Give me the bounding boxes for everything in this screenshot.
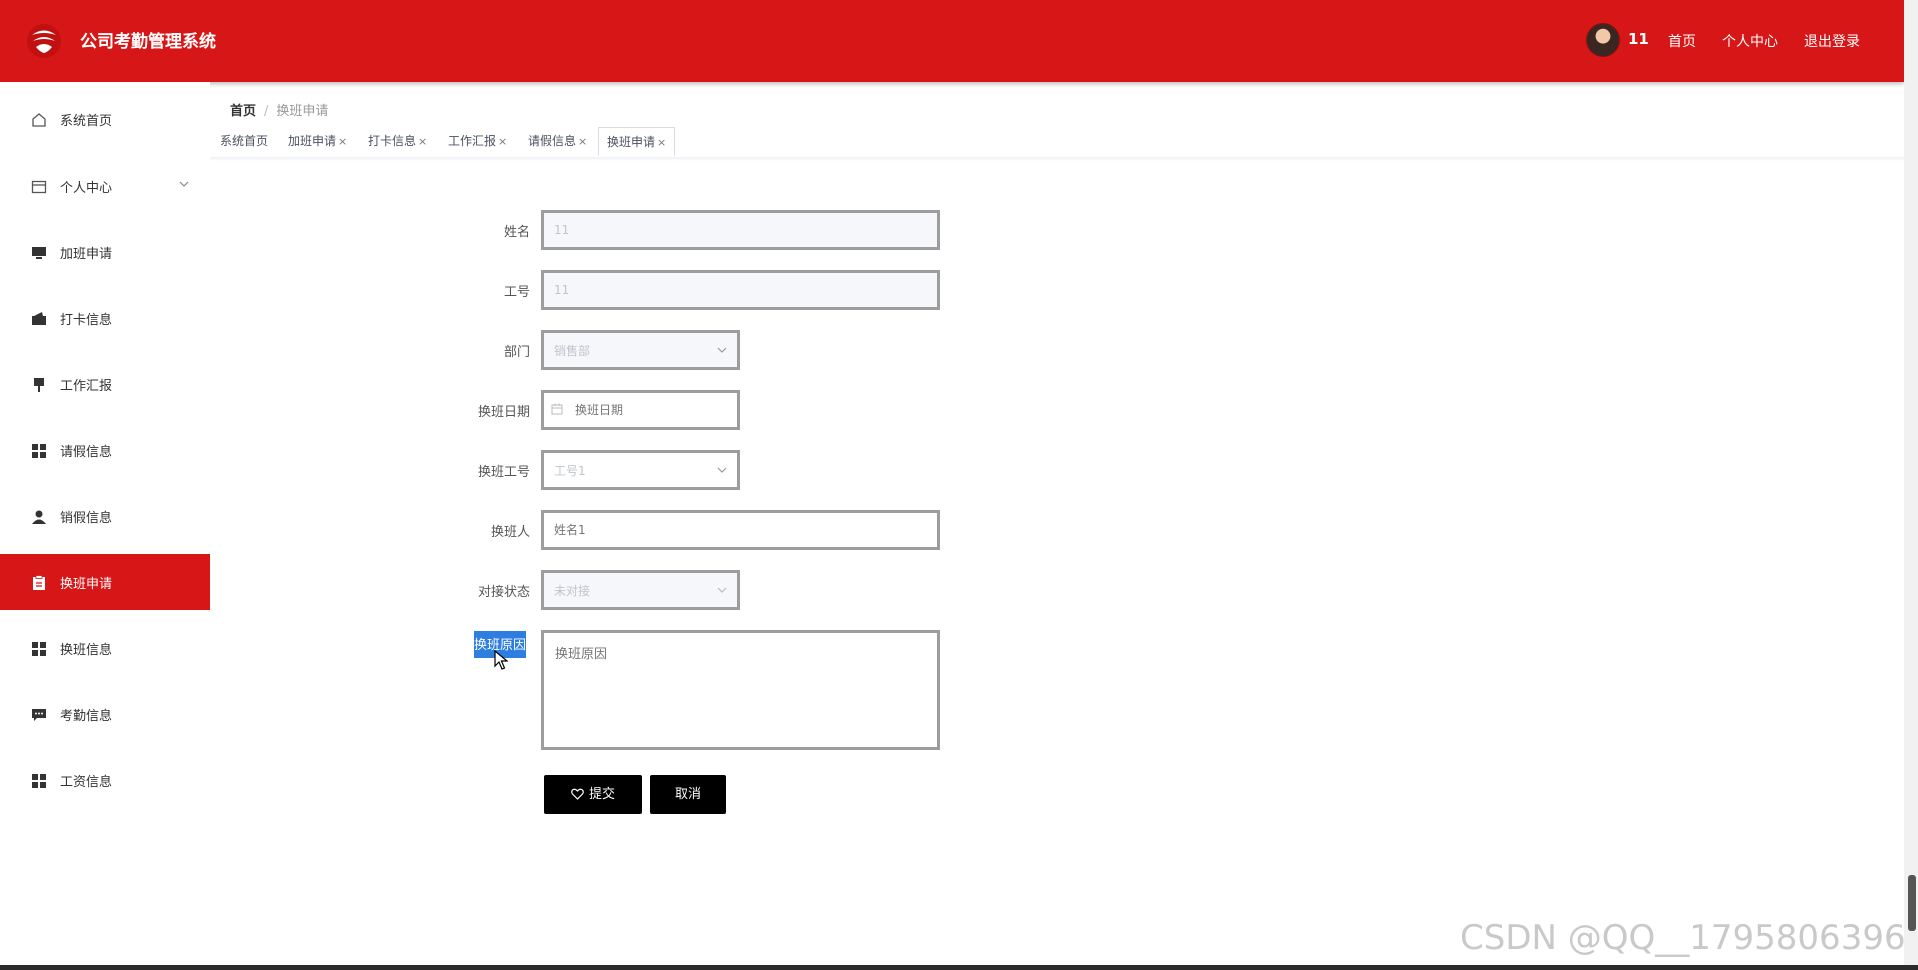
sidebar-item-label: 换班信息 [60,643,113,658]
breadcrumb-current: 换班申请 [276,104,329,119]
sidebar-item-shift-info[interactable]: 换班信息 [0,620,210,676]
cancel-button[interactable]: 取消 [650,775,726,814]
reason-textarea[interactable] [541,630,940,750]
sidebar-item-leave-cancel[interactable]: 销假信息 [0,488,210,544]
sidebar-item-label: 打卡信息 [60,313,113,328]
user-icon [32,510,46,524]
tab-leave[interactable]: 请假信息 × [520,127,595,156]
department-label: 部门 [503,345,530,360]
chevron-down-icon [717,467,727,473]
tab-bar: 系统首页 加班申请 × 打卡信息 × 工作汇报 × 请假信息 × 换班申请 × [210,125,1904,158]
scrollbar[interactable] [1904,0,1918,970]
card-icon [31,180,47,194]
sidebar-item-label: 工资信息 [60,775,113,790]
avatar[interactable] [1586,23,1620,57]
sidebar-item-leave[interactable]: 请假信息 [0,422,210,478]
close-icon[interactable]: × [657,136,666,149]
sidebar-item-salary[interactable]: 工资信息 [0,752,210,808]
nav-profile-link[interactable]: 个人中心 [1722,31,1778,51]
tab-shift-request[interactable]: 换班申请 × [598,127,676,156]
sidebar-item-label: 考勤信息 [60,709,113,724]
pin-icon [34,378,44,392]
shift-person-label: 换班人 [490,525,530,540]
breadcrumb: 首页 / 换班申请 [230,100,328,119]
name-input[interactable] [541,210,940,250]
home-icon [32,113,46,127]
close-icon[interactable]: × [498,135,507,148]
chevron-down-icon [717,347,727,353]
tab-overtime[interactable]: 加班申请 × [280,127,355,156]
handover-status-select[interactable] [541,570,740,610]
calendar-icon [551,403,563,415]
submit-button[interactable]: 提交 [544,775,642,814]
tab-label: 换班申请 [607,135,656,149]
shift-person-input[interactable] [541,510,940,550]
submit-label: 提交 [588,787,615,802]
tab-clockin[interactable]: 打卡信息 × [360,127,435,156]
tab-label: 请假信息 [528,134,577,148]
chat-icon [32,709,46,721]
tab-label: 打卡信息 [368,134,417,148]
sidebar-item-label: 个人中心 [60,181,113,196]
sidebar-item-label: 工作汇报 [60,379,113,394]
watermark: CSDN @QQ__1795806396 [1460,918,1906,958]
sidebar-item-label: 换班申请 [60,577,113,592]
tab-report[interactable]: 工作汇报 × [440,127,515,156]
breadcrumb-separator: / [264,104,269,119]
chevron-down-icon [717,587,727,593]
sidebar-item-attendance[interactable]: 考勤信息 [0,686,210,742]
sidebar-item-home[interactable]: 系统首页 [0,91,210,147]
scroll-thumb[interactable] [1908,875,1916,931]
name-label: 姓名 [503,225,530,240]
sidebar-item-label: 系统首页 [60,114,113,129]
sidebar: 系统首页 个人中心 加班申请 打卡信息 工作汇报 请假信息 销假信息 换班申请 … [0,82,210,970]
grid-icon [32,444,46,458]
monitor-icon [32,247,46,259]
sidebar-item-label: 销假信息 [60,511,113,526]
grid-icon [32,774,46,788]
sidebar-item-shift-request[interactable]: 换班申请 [0,554,210,610]
nav-logout-link[interactable]: 退出登录 [1804,31,1860,51]
close-icon[interactable]: × [578,135,587,148]
chevron-down-icon [179,181,189,187]
username: 11 [1628,30,1649,48]
app-title: 公司考勤管理系统 [80,32,216,52]
sidebar-item-overtime[interactable]: 加班申请 [0,224,210,280]
cancel-label: 取消 [674,787,701,802]
tab-label: 加班申请 [288,134,337,148]
shift-job-no-label: 换班工号 [477,465,530,480]
tab-bar-shadow [210,157,1904,161]
heart-icon [571,788,584,800]
bottom-bar [0,965,1918,970]
tab-home[interactable]: 系统首页 [212,127,276,156]
sidebar-item-label: 加班申请 [60,247,113,262]
wallet-icon [32,312,46,325]
close-icon[interactable]: × [338,135,347,148]
top-header: 公司考勤管理系统 11 首页 个人中心 退出登录 [0,0,1904,82]
mouse-cursor-icon [494,650,508,670]
grid-icon [32,642,46,656]
close-icon[interactable]: × [418,135,427,148]
handover-status-label: 对接状态 [477,585,530,600]
shift-job-no-select[interactable] [541,450,740,490]
sidebar-item-report[interactable]: 工作汇报 [0,356,210,412]
job-no-input[interactable] [541,270,940,310]
sidebar-item-clockin[interactable]: 打卡信息 [0,290,210,346]
shift-date-label: 换班日期 [477,405,530,420]
breadcrumb-home[interactable]: 首页 [230,104,256,119]
department-select[interactable] [541,330,740,370]
tab-label: 系统首页 [220,134,269,148]
job-no-label: 工号 [503,285,530,300]
clipboard-icon [33,575,45,590]
sidebar-item-profile[interactable]: 个人中心 [0,158,210,214]
logo-icon [27,24,61,58]
tab-label: 工作汇报 [448,134,497,148]
sidebar-item-label: 请假信息 [60,445,113,460]
nav-home-link[interactable]: 首页 [1668,31,1696,51]
shift-date-input[interactable] [541,390,740,430]
